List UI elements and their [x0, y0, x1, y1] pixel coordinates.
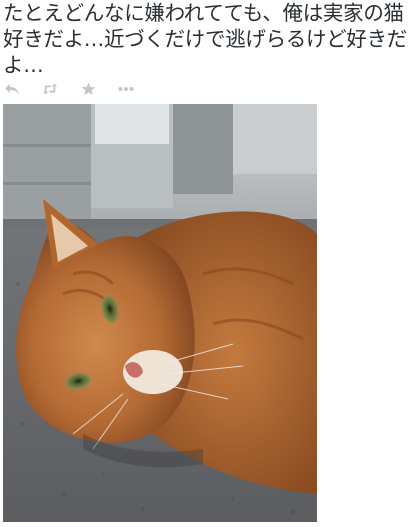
tweet-photo[interactable] [3, 104, 317, 522]
more-dots-icon[interactable] [118, 81, 134, 97]
reply-icon[interactable] [4, 81, 20, 97]
cat-photo-image [3, 104, 317, 522]
tweet-text: たとえどんなに嫌われてても、俺は実家の猫好きだよ…近づくだけで逃げらるけど好きだ… [3, 1, 407, 77]
favorite-star-icon[interactable] [80, 81, 96, 97]
retweet-icon[interactable] [42, 81, 58, 97]
tweet-actions [4, 80, 156, 98]
